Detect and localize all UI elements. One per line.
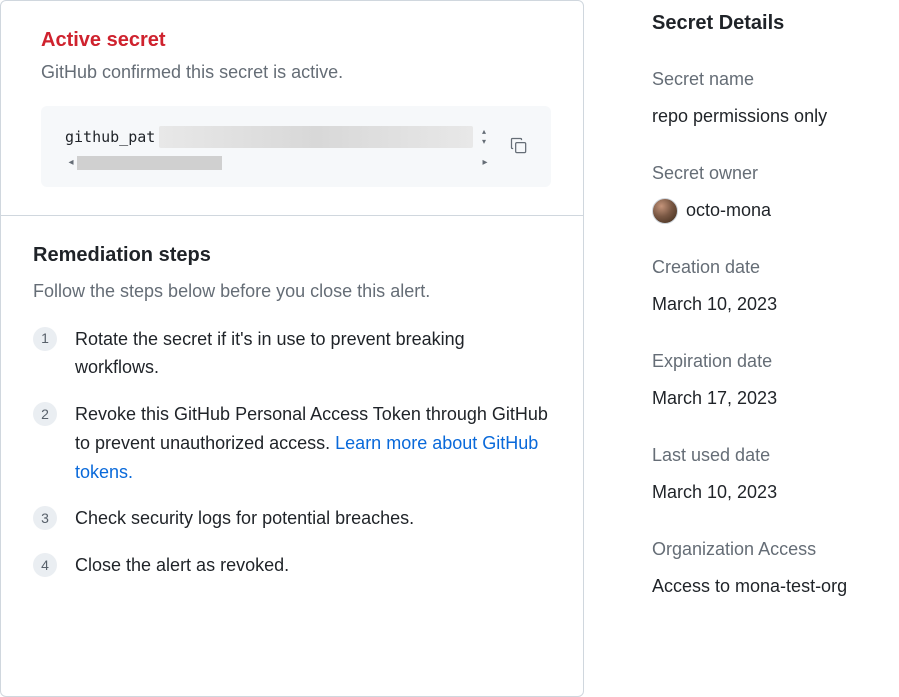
remediation-subtitle: Follow the steps below before you close … xyxy=(33,278,551,305)
detail-value: March 17, 2023 xyxy=(652,385,899,412)
step-number: 3 xyxy=(33,506,57,530)
step-text: Revoke this GitHub Personal Access Token… xyxy=(75,400,551,486)
detail-value: Access to mona-test-org xyxy=(652,573,899,600)
step-item: 1 Rotate the secret if it's in use to pr… xyxy=(33,325,551,383)
step-number: 2 xyxy=(33,402,57,426)
detail-org-access: Organization Access Access to mona-test-… xyxy=(652,536,899,600)
detail-label: Creation date xyxy=(652,254,899,281)
sidebar-title: Secret Details xyxy=(652,8,899,38)
secret-masked xyxy=(159,126,473,148)
scroll-thumb[interactable] xyxy=(77,156,222,170)
remediation-section: Remediation steps Follow the steps below… xyxy=(1,216,583,623)
detail-label: Expiration date xyxy=(652,348,899,375)
horizontal-scrollbar[interactable]: ◂ ▸ xyxy=(65,155,491,171)
detail-secret-name: Secret name repo permissions only xyxy=(652,66,899,130)
detail-last-used-date: Last used date March 10, 2023 xyxy=(652,442,899,506)
alert-subtitle: GitHub confirmed this secret is active. xyxy=(41,59,551,86)
step-number: 4 xyxy=(33,553,57,577)
copy-button[interactable] xyxy=(503,130,535,162)
step-text: Rotate the secret if it's in use to prev… xyxy=(75,325,551,383)
detail-label: Secret owner xyxy=(652,160,899,187)
scroll-left-icon[interactable]: ◂ xyxy=(65,155,77,170)
step-number: 1 xyxy=(33,327,57,351)
detail-expiration-date: Expiration date March 17, 2023 xyxy=(652,348,899,412)
step-item: 4 Close the alert as revoked. xyxy=(33,551,551,580)
detail-value: March 10, 2023 xyxy=(652,479,899,506)
copy-icon xyxy=(509,136,529,156)
step-text: Check security logs for potential breach… xyxy=(75,504,414,533)
secret-box: github_pat ▴ ▾ ◂ ▸ xyxy=(41,106,551,187)
scroll-right-icon[interactable]: ▸ xyxy=(479,155,491,170)
detail-value: March 10, 2023 xyxy=(652,291,899,318)
scroll-track[interactable] xyxy=(77,156,479,170)
owner-name: octo-mona xyxy=(686,197,771,224)
remediation-title: Remediation steps xyxy=(33,240,551,270)
secret-stepper[interactable]: ▴ ▾ xyxy=(477,127,491,147)
detail-value: repo permissions only xyxy=(652,103,899,130)
steps-list: 1 Rotate the secret if it's in use to pr… xyxy=(33,325,551,581)
detail-creation-date: Creation date March 10, 2023 xyxy=(652,254,899,318)
avatar xyxy=(652,198,678,224)
secret-prefix: github_pat xyxy=(65,126,155,149)
alert-title: Active secret xyxy=(41,25,551,55)
step-item: 2 Revoke this GitHub Personal Access Tok… xyxy=(33,400,551,486)
step-item: 3 Check security logs for potential brea… xyxy=(33,504,551,533)
alert-section: Active secret GitHub confirmed this secr… xyxy=(1,1,583,216)
detail-label: Secret name xyxy=(652,66,899,93)
stepper-up-icon[interactable]: ▴ xyxy=(477,127,491,137)
detail-label: Last used date xyxy=(652,442,899,469)
sidebar: Secret Details Secret name repo permissi… xyxy=(584,0,899,697)
detail-label: Organization Access xyxy=(652,536,899,563)
detail-secret-owner: Secret owner octo-mona xyxy=(652,160,899,224)
step-text: Close the alert as revoked. xyxy=(75,551,289,580)
main-panel: Active secret GitHub confirmed this secr… xyxy=(0,0,584,697)
stepper-down-icon[interactable]: ▾ xyxy=(477,137,491,147)
